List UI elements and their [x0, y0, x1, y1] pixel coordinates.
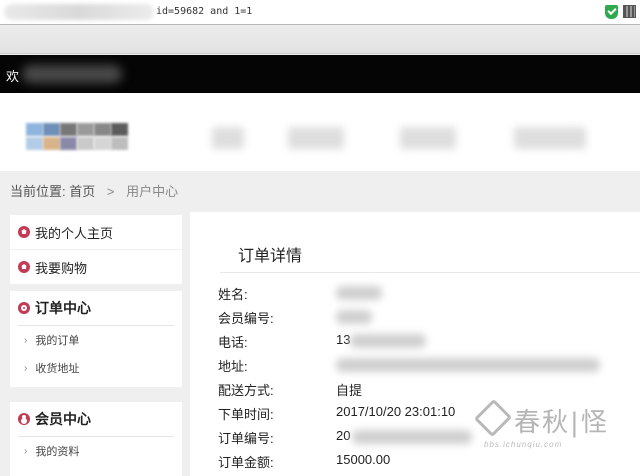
sidebar-item-label: 收货地址	[35, 363, 80, 375]
security-shield-icon[interactable]	[605, 5, 618, 19]
sidebar-section-title: 会员中心	[35, 411, 91, 427]
address-blurred-region	[4, 4, 154, 20]
sidebar-item-shopping[interactable]: 我要购物	[10, 250, 182, 284]
breadcrumb-separator: >	[106, 184, 115, 199]
sidebar-item-shipping-address[interactable]: › 收货地址	[10, 354, 182, 382]
site-header	[0, 93, 640, 171]
sidebar-shopping-box: 我要购物	[10, 250, 182, 284]
field-value-phone: 13	[336, 332, 351, 347]
field-value-order-amount: 15000.00	[336, 452, 391, 467]
field-label-name: 姓名:	[218, 287, 248, 302]
blurred-name	[336, 286, 382, 300]
blurred-order-number	[352, 430, 472, 444]
sidebar-personal-box: 我的个人主页	[10, 215, 182, 249]
sidebar-item-personal-home[interactable]: 我的个人主页	[10, 215, 182, 249]
sidebar-order-center: 订单中心 › 我的订单 › 收货地址	[10, 291, 182, 387]
blurred-member-id	[336, 310, 372, 324]
sidebar-section-title: 订单中心	[35, 300, 91, 316]
field-label-order-time: 下单时间:	[218, 407, 274, 422]
browser-address-bar[interactable]: id=59682 and 1=1	[0, 0, 640, 25]
watermark: 春秋|怪 bbs.ichunqiu.com	[470, 398, 640, 460]
chevron-right-icon: ›	[24, 362, 28, 374]
sidebar-section-order-center: 订单中心	[10, 291, 182, 325]
chevron-right-icon: ›	[24, 445, 28, 457]
title-divider	[220, 272, 640, 273]
nav-item-2[interactable]	[288, 127, 344, 149]
gear-icon	[18, 302, 30, 314]
field-label-order-number: 订单编号:	[218, 431, 274, 446]
browser-toolbar	[0, 26, 640, 54]
breadcrumb: 当前位置: 首页 > 用户中心	[10, 181, 178, 200]
site-logo[interactable]	[26, 123, 130, 153]
home-icon	[18, 226, 30, 238]
home-icon	[18, 261, 30, 273]
nav-item-1[interactable]	[212, 127, 244, 149]
nav-item-4[interactable]	[514, 127, 586, 149]
site-top-bar: 欢	[0, 55, 640, 93]
sidebar-item-label: 我要购物	[35, 260, 88, 276]
blurred-address	[336, 358, 600, 372]
sidebar-item-label: 我的资料	[35, 446, 80, 458]
nav-item-3[interactable]	[400, 127, 456, 149]
qr-code-icon[interactable]	[623, 5, 636, 18]
sidebar-item-label: 我的订单	[35, 335, 80, 347]
order-detail-title: 订单详情	[238, 248, 303, 265]
field-value-order-time: 2017/10/20 23:01:10	[336, 404, 456, 419]
field-value-order-number: 20	[336, 428, 351, 443]
sidebar-item-label: 我的个人主页	[35, 225, 114, 241]
field-label-order-amount: 订单金额:	[218, 455, 274, 470]
sidebar-section-member-center: 会员中心	[10, 402, 182, 436]
breadcrumb-current: 用户中心	[126, 184, 179, 199]
address-url-text[interactable]: id=59682 and 1=1	[156, 6, 252, 17]
sidebar-item-my-orders[interactable]: › 我的订单	[10, 326, 182, 354]
sidebar-item-my-profile[interactable]: › 我的资料	[10, 437, 182, 465]
breadcrumb-label: 当前位置:	[10, 184, 66, 199]
chevron-right-icon: ›	[24, 334, 28, 346]
watermark-logo-icon	[473, 398, 513, 438]
sidebar-member-center: 会员中心 › 我的资料	[10, 402, 182, 476]
user-icon	[18, 413, 30, 425]
breadcrumb-home-link[interactable]: 首页	[69, 184, 95, 199]
blurred-phone	[350, 334, 426, 348]
watermark-url: bbs.ichunqiu.com	[484, 440, 563, 449]
watermark-brand: 春秋|怪	[514, 408, 609, 438]
welcome-blurred-username	[22, 65, 122, 83]
field-label-delivery: 配送方式:	[218, 383, 274, 398]
field-label-phone: 电话:	[218, 335, 248, 350]
welcome-text: 欢	[6, 69, 20, 84]
field-value-delivery: 自提	[336, 383, 363, 398]
field-label-member-id: 会员编号:	[218, 311, 274, 326]
field-label-address: 地址:	[218, 359, 248, 374]
